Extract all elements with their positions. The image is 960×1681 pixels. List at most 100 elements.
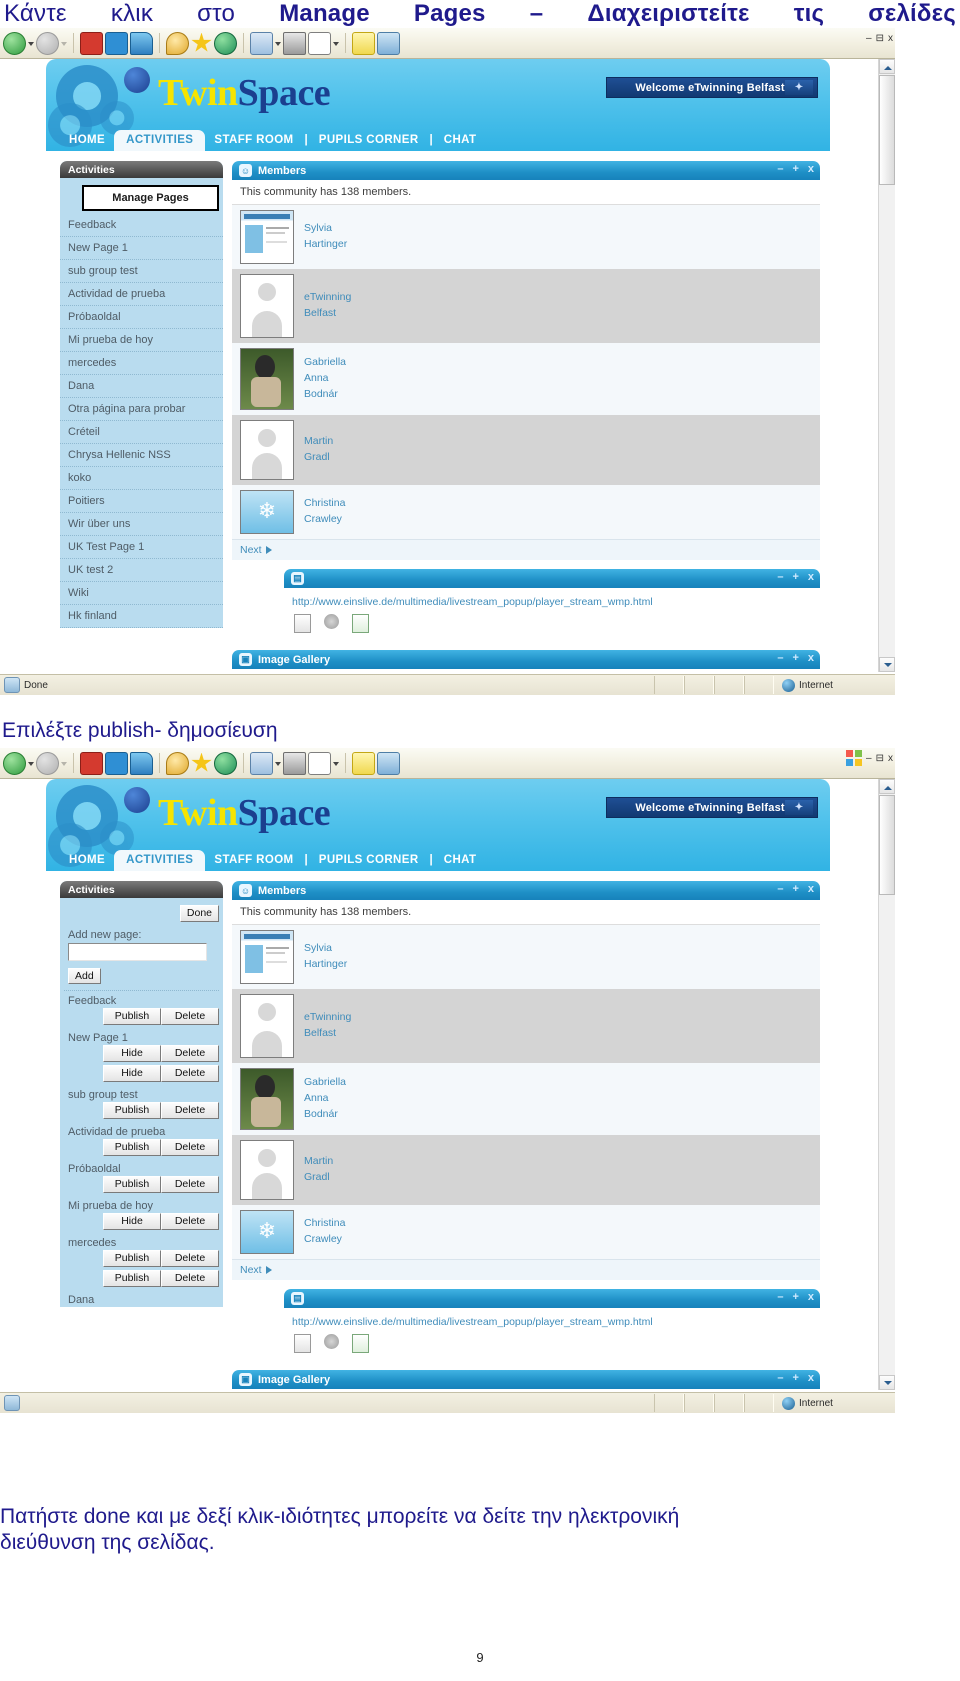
panel-minimize-button[interactable]: – <box>777 163 783 175</box>
panel-maximize-button[interactable]: + <box>792 163 798 175</box>
page-scrollbar-2[interactable] <box>878 779 895 1390</box>
back-arrow-icon[interactable] <box>3 31 26 55</box>
forward-dropdown-icon[interactable] <box>61 753 67 774</box>
nav-item-chat[interactable]: CHAT <box>435 850 486 871</box>
panel-close-button[interactable]: x <box>808 652 814 664</box>
member-list-item[interactable]: ❄ Christina Crawley <box>232 1205 820 1259</box>
close-button[interactable]: x <box>888 753 893 764</box>
settings-gear-icon[interactable] <box>324 1334 339 1349</box>
publish-button[interactable]: Publish <box>103 1008 161 1025</box>
refresh-icon[interactable] <box>105 751 128 775</box>
panel-maximize-button[interactable]: + <box>792 652 798 664</box>
member-list-item[interactable]: Martin Gradl <box>232 415 820 485</box>
add-button[interactable]: Add <box>68 968 101 984</box>
hide-button[interactable]: Hide <box>103 1065 161 1082</box>
delete-button[interactable]: Delete <box>161 1176 219 1193</box>
page-scrollbar-1[interactable] <box>878 59 895 672</box>
delete-button[interactable]: Delete <box>161 1250 219 1267</box>
sidebar-item-uk-test-page-1[interactable]: UK Test Page 1 <box>60 536 223 559</box>
sidebar-item-otra-pagina-para-probar[interactable]: Otra página para probar <box>60 398 223 421</box>
member-list-item[interactable]: Gabriella Anna Bodnár <box>232 343 820 415</box>
nav-item-chat[interactable]: CHAT <box>435 130 486 151</box>
scroll-thumb[interactable] <box>879 795 895 895</box>
edit-icon[interactable] <box>294 1334 311 1353</box>
panel-minimize-button[interactable]: – <box>777 1291 783 1303</box>
mail-dropdown-icon[interactable] <box>275 753 281 774</box>
favorites-star-icon[interactable] <box>191 752 212 772</box>
publish-button[interactable]: Publish <box>103 1102 161 1119</box>
window-controls-2[interactable]: – ⊟ x <box>846 750 893 766</box>
sidebar-item-chrysa-hellenic-nss[interactable]: Chrysa Hellenic NSS <box>60 444 223 467</box>
edit-word-icon[interactable] <box>308 751 331 775</box>
nav-item-home[interactable]: HOME <box>60 850 114 871</box>
publish-button[interactable]: Publish <box>103 1176 161 1193</box>
panel-close-button[interactable]: x <box>808 163 814 175</box>
back-dropdown-icon[interactable] <box>28 753 34 774</box>
member-list-item[interactable]: Martin Gradl <box>232 1135 820 1205</box>
nav-item-activities[interactable]: ACTIVITIES <box>114 850 206 871</box>
print-icon[interactable] <box>283 751 306 775</box>
add-page-icon[interactable] <box>352 614 369 633</box>
refresh-icon[interactable] <box>105 31 128 55</box>
member-list-item[interactable]: Sylvia Hartinger <box>232 205 820 269</box>
edit-dropdown-icon[interactable] <box>333 33 339 54</box>
publish-button[interactable]: Publish <box>103 1250 161 1267</box>
delete-button[interactable]: Delete <box>161 1065 219 1082</box>
sidebar-item-feedback[interactable]: Feedback <box>60 214 223 237</box>
edit-word-icon[interactable] <box>308 31 331 55</box>
sidebar-item-uk-test-2[interactable]: UK test 2 <box>60 559 223 582</box>
scroll-down-button[interactable] <box>879 1375 895 1390</box>
panel-maximize-button[interactable]: + <box>792 571 798 583</box>
forward-arrow-icon[interactable] <box>36 31 59 55</box>
hide-button[interactable]: Hide <box>103 1213 161 1230</box>
sidebar-item-actividad-de-prueba[interactable]: Actividad de prueba <box>60 283 223 306</box>
members-next-button[interactable]: Next <box>232 1259 820 1280</box>
site-logo[interactable]: TwinSpace <box>158 791 331 835</box>
member-list-item[interactable]: Sylvia Hartinger <box>232 925 820 989</box>
panel-maximize-button[interactable]: + <box>792 883 798 895</box>
sidebar-item-koko[interactable]: koko <box>60 467 223 490</box>
favorites-star-icon[interactable] <box>191 32 212 52</box>
delete-button[interactable]: Delete <box>161 1139 219 1156</box>
member-list-item[interactable]: eTwinning Belfast <box>232 989 820 1063</box>
print-icon[interactable] <box>283 31 306 55</box>
panel-close-button[interactable]: x <box>808 571 814 583</box>
sidebar-item-dana[interactable]: Dana <box>60 375 223 398</box>
search-icon[interactable] <box>166 751 189 775</box>
scroll-up-button[interactable] <box>879 59 895 74</box>
members-next-button[interactable]: Next <box>232 539 820 560</box>
sidebar-item-hk-finland[interactable]: Hk finland <box>60 605 223 628</box>
sidebar-item-creteil[interactable]: Créteil <box>60 421 223 444</box>
history-icon[interactable] <box>214 31 237 55</box>
sidebar-item-probaoldal[interactable]: Próbaoldal <box>60 306 223 329</box>
history-icon[interactable] <box>214 751 237 775</box>
scroll-up-button[interactable] <box>879 779 895 794</box>
back-arrow-icon[interactable] <box>3 751 26 775</box>
window-controls-1[interactable]: – ⊟ x <box>846 30 893 46</box>
nav-item-activities[interactable]: ACTIVITIES <box>114 130 206 151</box>
publish-button[interactable]: Publish <box>103 1139 161 1156</box>
sidebar-item-new-page-1[interactable]: New Page 1 <box>60 237 223 260</box>
stop-icon[interactable] <box>80 31 103 55</box>
back-dropdown-icon[interactable] <box>28 33 34 54</box>
delete-button[interactable]: Delete <box>161 1213 219 1230</box>
delete-button[interactable]: Delete <box>161 1008 219 1025</box>
mail-icon[interactable] <box>250 31 273 55</box>
stop-icon[interactable] <box>80 751 103 775</box>
publish-button[interactable]: Publish <box>103 1270 161 1287</box>
sidebar-item-mi-prueba-de-hoy[interactable]: Mi prueba de hoy <box>60 329 223 352</box>
scroll-down-button[interactable] <box>879 657 895 672</box>
edit-dropdown-icon[interactable] <box>333 753 339 774</box>
minimize-button[interactable]: – <box>866 753 872 764</box>
sidebar-item-poitiers[interactable]: Poitiers <box>60 490 223 513</box>
hide-button[interactable]: Hide <box>103 1045 161 1062</box>
close-button[interactable]: x <box>888 33 893 44</box>
add-page-icon[interactable] <box>352 1334 369 1353</box>
search-icon[interactable] <box>166 31 189 55</box>
panel-maximize-button[interactable]: + <box>792 1291 798 1303</box>
stream-url-link[interactable]: http://www.einslive.de/multimedia/livest… <box>284 588 820 612</box>
settings-gear-icon[interactable] <box>324 614 339 629</box>
panel-minimize-button[interactable]: – <box>777 883 783 895</box>
nav-item-staff-room[interactable]: STAFF ROOM <box>205 850 302 871</box>
nav-item-pupils-corner[interactable]: PUPILS CORNER <box>310 130 428 151</box>
